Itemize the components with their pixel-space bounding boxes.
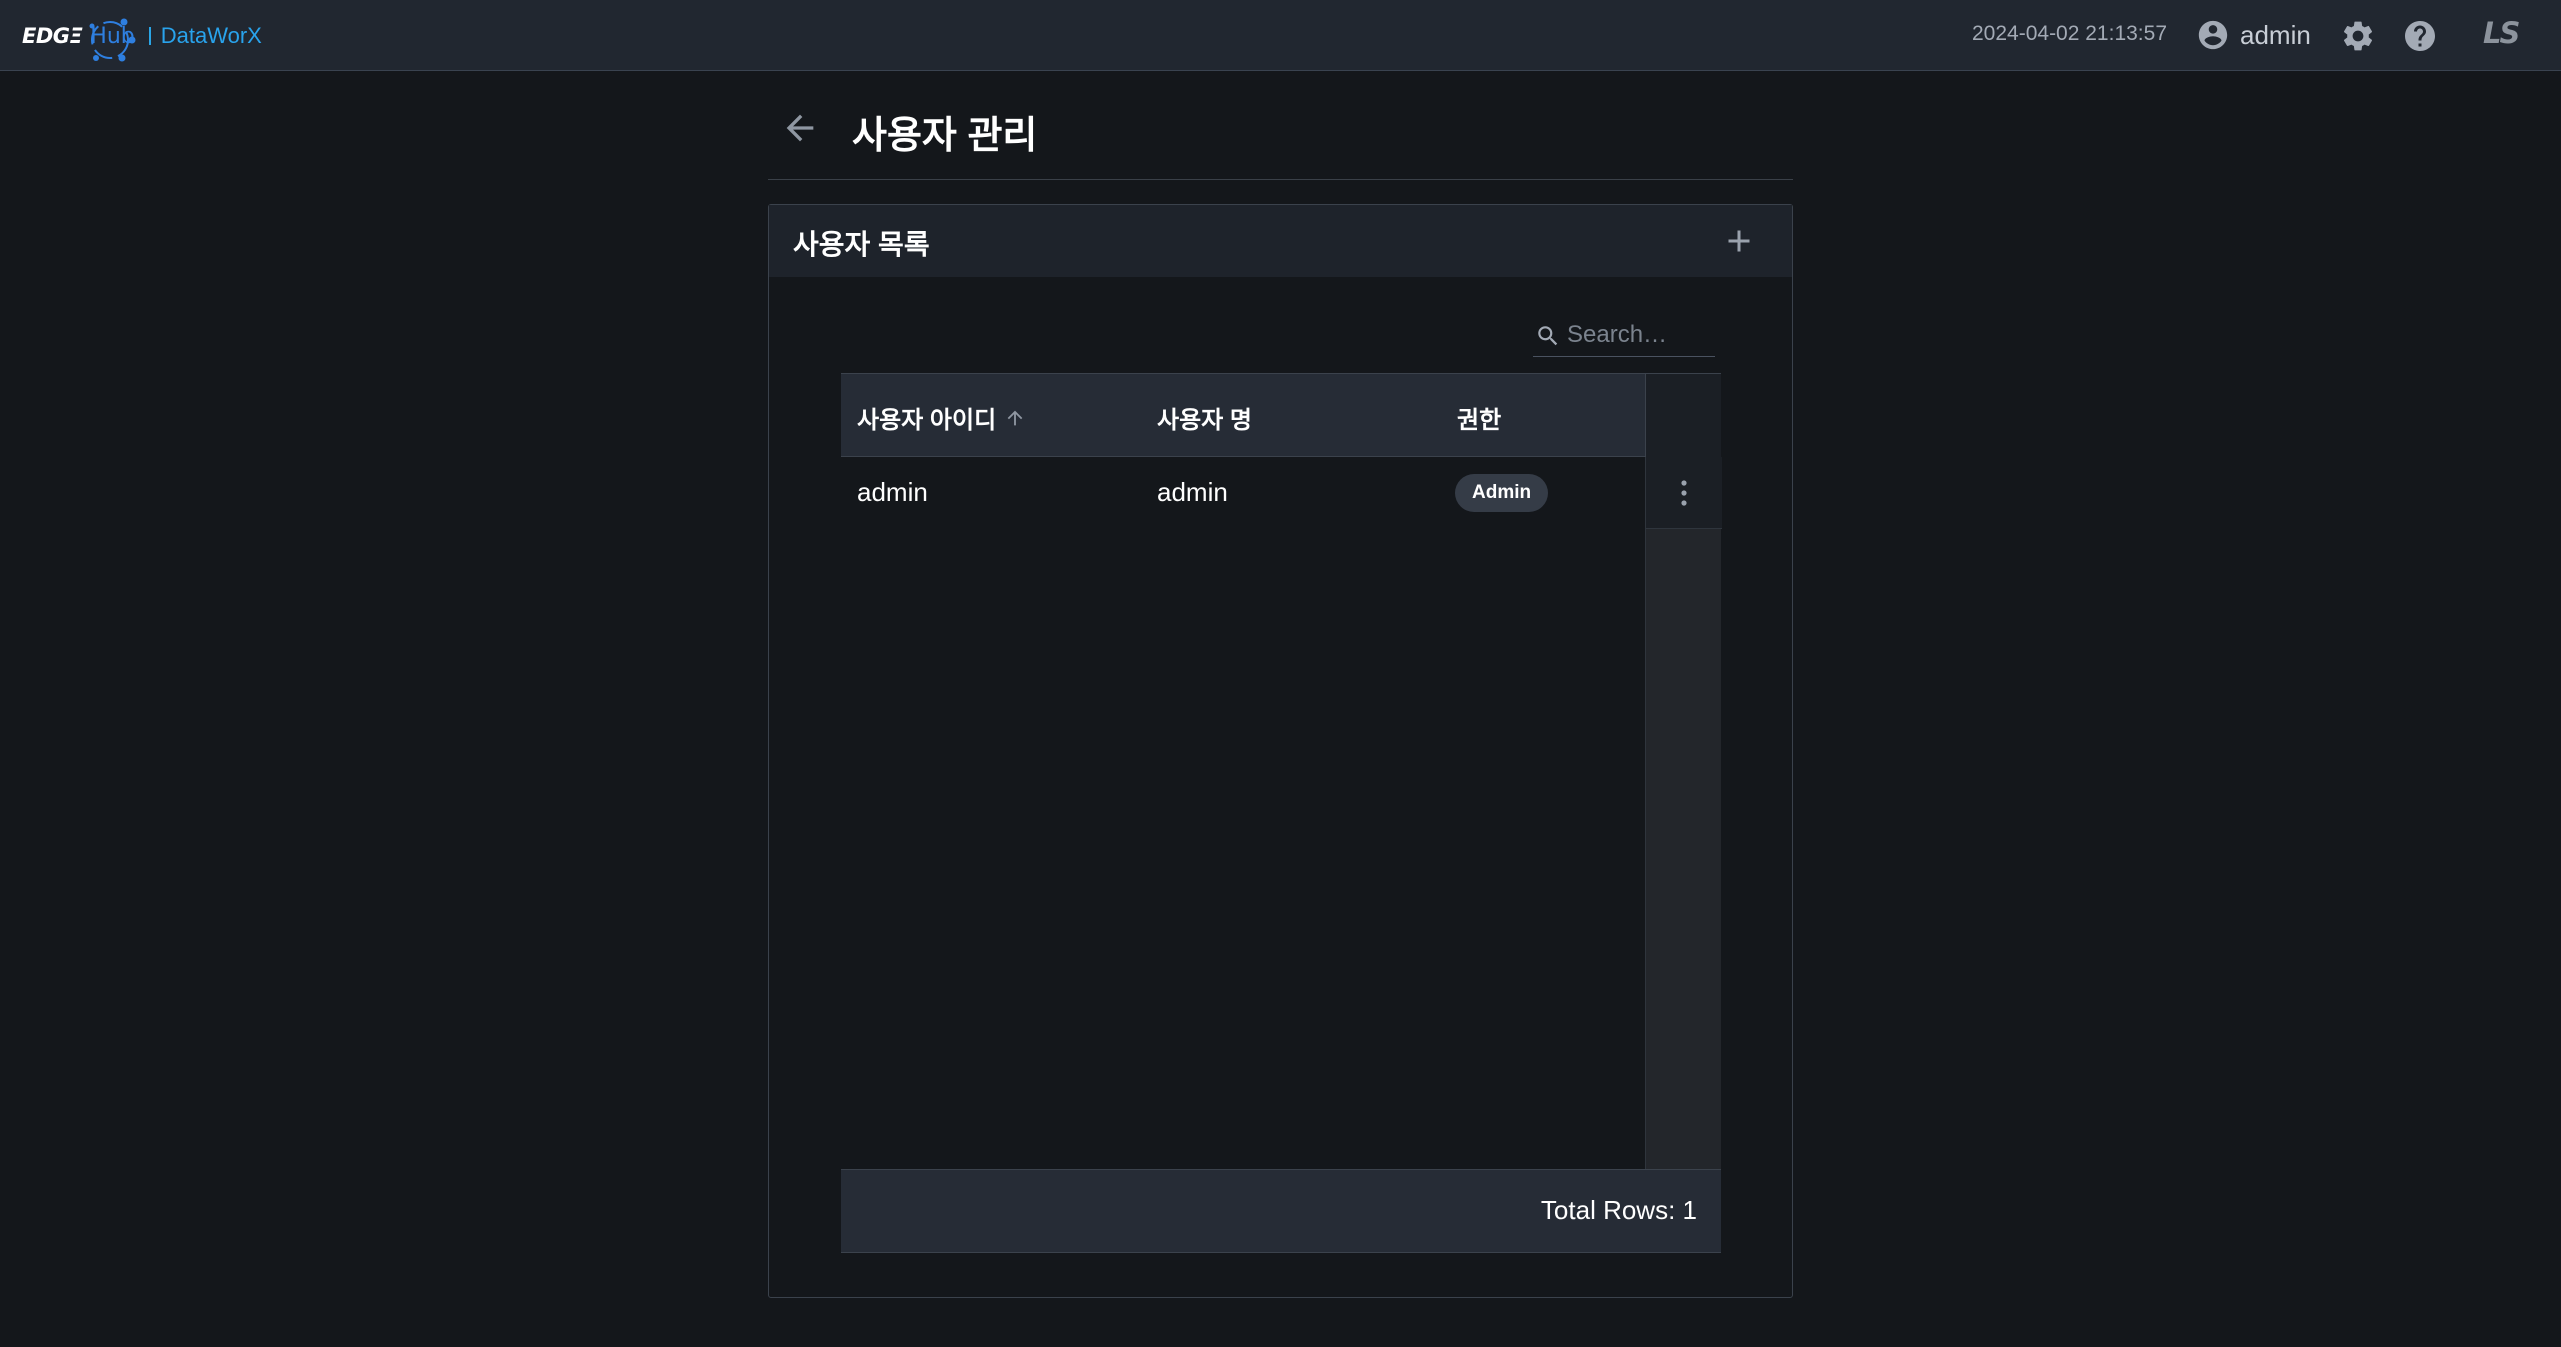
product-name: DataWorX [160,23,262,48]
table-row[interactable]: admin admin Admin [841,457,1721,529]
search-input[interactable] [1567,317,1713,353]
column-header-user-name[interactable]: 사용자 명 [1157,400,1252,435]
arrow-left-icon[interactable] [780,108,820,148]
plus-icon[interactable] [1721,223,1757,259]
role-badge: Admin [1455,474,1549,512]
actions-column [1645,457,1722,1169]
search-box [1533,313,1715,357]
gear-icon[interactable] [2340,18,2376,54]
column-header-label: 사용자 아이디 [857,407,997,434]
brand-divider [148,27,151,45]
user-list-card: 사용자 목록 사용자 아이디 사용자 명 권한 [768,204,1793,1298]
app-logo[interactable]: EDGΞ Hub DataWorX [22,12,262,61]
total-rows: Total Rows: 1 [1540,1195,1697,1225]
brand-hub-label: Hub [90,23,135,49]
help-icon[interactable] [2402,18,2438,54]
actions-column-header [1645,374,1721,457]
more-vertical-icon[interactable] [1674,475,1694,511]
arrow-up-icon[interactable] [1004,407,1026,429]
card-title: 사용자 목록 [793,229,930,260]
user-menu[interactable]: admin [2196,18,2311,52]
page-title: 사용자 관리 [852,115,1038,157]
column-header-label: 권한 [1457,407,1502,434]
column-header-user-id[interactable]: 사용자 아이디 [857,400,1026,435]
top-bar: EDGΞ Hub DataWorX 2024-04-02 21:13:57 ad… [0,0,2561,71]
search-icon [1538,326,1558,346]
page-header: 사용자 관리 [768,100,1793,180]
row-actions-cell [1646,457,1722,529]
table-footer: Total Rows: 1 [841,1169,1721,1253]
user-table: 사용자 아이디 사용자 명 권한 admin admin Admin Total… [841,373,1722,1253]
cell-user-name: admin [1157,477,1228,507]
cell-user-id: admin [857,477,928,507]
user-name: admin [2240,19,2311,50]
card-header: 사용자 목록 [769,205,1792,277]
account-circle-icon [2198,20,2228,50]
corporate-logo: LS [2483,16,2520,50]
column-header-role[interactable]: 권한 [1457,400,1501,435]
table-header: 사용자 아이디 사용자 명 권한 [841,373,1721,457]
brand-hub-text: Hub [89,18,136,61]
brand-edge-text: EDGΞ [22,24,83,48]
current-time: 2024-04-02 21:13:57 [1972,22,2167,45]
column-header-label: 사용자 명 [1157,407,1252,434]
